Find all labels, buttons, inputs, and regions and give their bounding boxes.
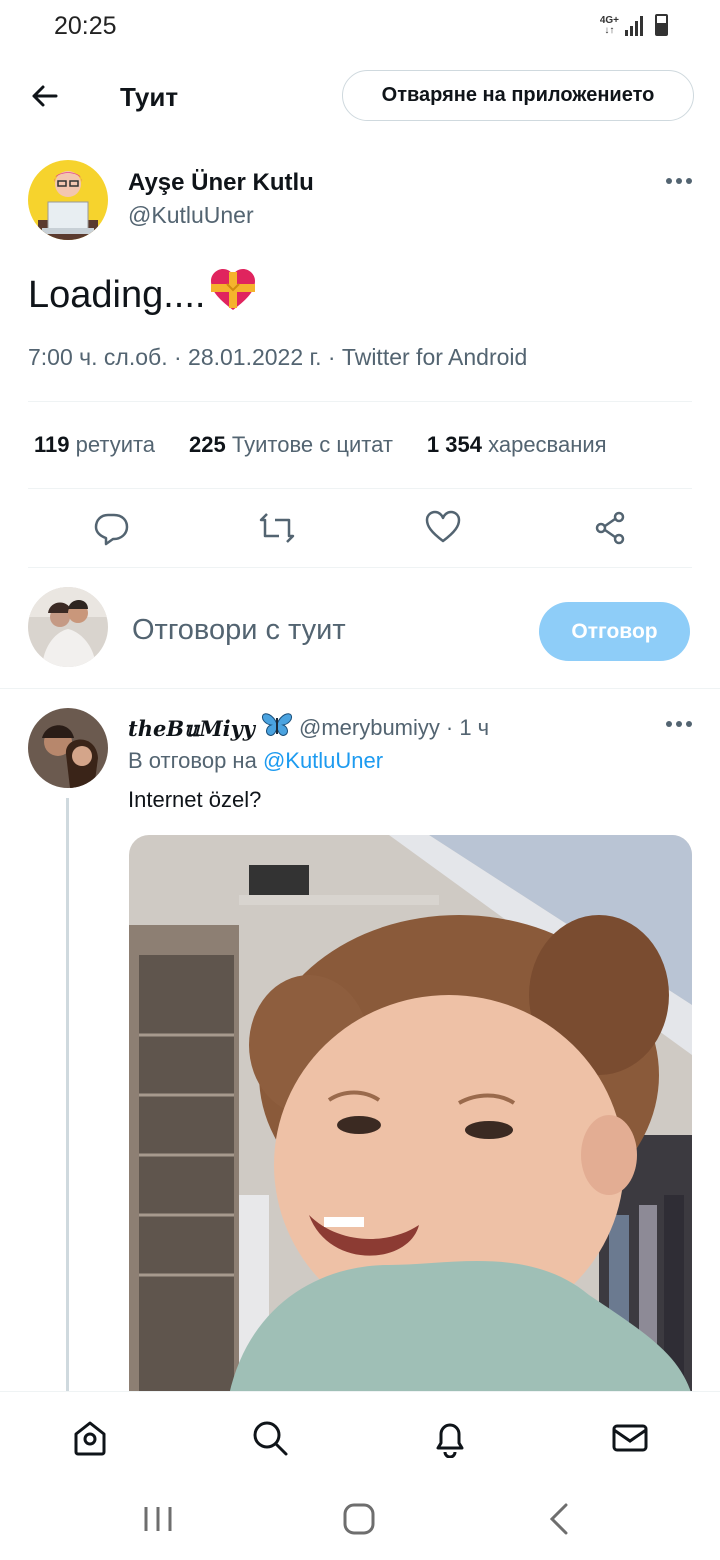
reply-author-handle[interactable]: @merybumiyy (299, 715, 440, 741)
notifications-icon[interactable] (430, 1418, 470, 1459)
status-time: 20:25 (54, 12, 117, 40)
heart-ribbon-icon (209, 268, 257, 322)
quotes-stat[interactable]: 225 Туитове с цитат (189, 432, 393, 458)
reply-icon[interactable] (93, 510, 129, 546)
tweet-stats: 119 ретуита 225 Туитове с цитат 1 354 ха… (34, 432, 641, 458)
reply-text: Internet özel? (128, 787, 262, 812)
author-avatar[interactable] (28, 160, 108, 240)
messages-icon[interactable] (610, 1418, 650, 1458)
reply-button[interactable]: Отговор (539, 602, 690, 661)
thread-line (66, 798, 69, 1393)
like-heart-icon[interactable] (425, 510, 461, 546)
reply-media-photo[interactable] (129, 835, 692, 1395)
reply-author-name[interactable]: theB𝕦Miyy (128, 716, 255, 741)
more-options-icon[interactable] (666, 721, 696, 731)
reply-to-line: В отговор на @KutluUner (128, 748, 384, 773)
network-indicator: 4G+ ↓↑ (599, 15, 619, 36)
signal-icon (625, 14, 643, 36)
tweet-body: Loading.... (28, 273, 206, 316)
back-chevron-icon[interactable] (542, 1501, 578, 1537)
battery-icon (655, 14, 668, 36)
status-icons: 4G+ ↓↑ (600, 14, 668, 36)
retweet-icon[interactable] (259, 510, 295, 546)
more-options-icon[interactable] (666, 178, 696, 188)
divider (28, 401, 692, 402)
author-handle[interactable]: @KutluUner (128, 202, 254, 229)
reply-author-avatar[interactable] (28, 708, 108, 788)
home-circle-icon[interactable] (341, 1501, 377, 1537)
back-arrow-icon[interactable] (26, 78, 62, 114)
search-icon[interactable] (250, 1418, 290, 1458)
home-icon[interactable] (70, 1418, 110, 1458)
bottom-navigation (0, 1391, 720, 1483)
reply-header: theB𝕦Miyy @merybumiyy · 1 ч (128, 712, 489, 744)
divider (0, 688, 720, 689)
likes-stat[interactable]: 1 354 харесвания (427, 432, 607, 458)
top-app-bar: Туит Отваряне на приложението (0, 60, 720, 132)
page-title: Туит (120, 82, 179, 112)
author-name[interactable]: Ayşe Üner Kutlu (128, 169, 314, 197)
tweet-actions (0, 510, 720, 550)
user-avatar[interactable] (28, 587, 108, 667)
reply-time: · 1 ч (445, 715, 490, 740)
open-app-button[interactable]: Отваряне на приложението (342, 70, 694, 121)
reply-input[interactable]: Отговори с туит (132, 614, 346, 647)
share-icon[interactable] (592, 510, 628, 546)
recents-icon[interactable] (140, 1501, 176, 1537)
retweets-stat[interactable]: 119 ретуита (34, 432, 155, 458)
system-navigation (0, 1483, 720, 1560)
tweet-timestamp[interactable]: 7:00 ч. сл.об. · 28.01.2022 г. · Twitter… (28, 344, 527, 371)
reply-to-mention[interactable]: @KutluUner (263, 748, 383, 773)
divider (28, 567, 692, 568)
divider (28, 488, 692, 489)
butterfly-icon (261, 712, 293, 744)
tweet-text: Loading.... (28, 268, 257, 322)
status-bar: 20:25 4G+ ↓↑ (0, 0, 720, 56)
